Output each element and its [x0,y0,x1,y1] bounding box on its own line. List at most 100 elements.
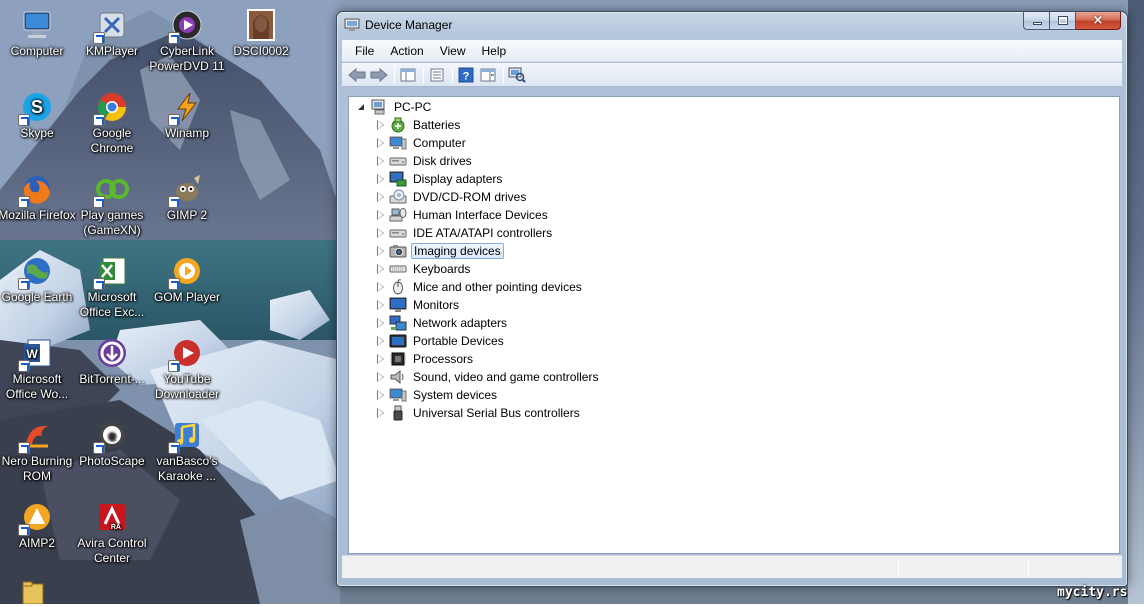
desktop-icon-kmplayer[interactable]: KMPlayer [73,8,151,59]
tree-item-processors[interactable]: Processors [376,350,475,368]
svg-text:S: S [31,97,43,117]
desktop-icon-winamp[interactable]: Winamp [148,90,226,141]
expand-arrow-icon[interactable] [376,120,386,130]
title-bar[interactable]: Device Manager × [337,12,1127,38]
desktop-icon-skype[interactable]: S Skype [0,90,76,141]
tree-item-sound-video-game-controllers[interactable]: Sound, video and game controllers [376,368,600,386]
expand-arrow-icon[interactable] [376,408,386,418]
tree-item-label: Processors [413,352,474,366]
desktop-icon-photoscape[interactable]: e PhotoScape [73,418,151,469]
expand-arrow-icon[interactable] [376,264,386,274]
expand-arrow-icon[interactable] [376,282,386,292]
ide-controller-icon [389,225,407,241]
desktop-icon-computer[interactable]: Computer [0,8,76,59]
expand-arrow-icon[interactable] [376,318,386,328]
desktop-icon-firefox[interactable]: Mozilla Firefox [0,172,76,223]
desktop-icon-nero[interactable]: Nero Burning ROM [0,418,76,484]
device-tree-pane[interactable]: PC-PC Batteries Computer Disk drives Dis… [348,96,1120,554]
desktop-icon-gamexn[interactable]: Play games (GameXN) [73,172,151,238]
desktop-icon-vanbasco[interactable]: vanBasco's Karaoke ... [148,418,226,484]
expand-arrow-icon[interactable] [376,246,386,256]
shortcut-arrow-icon [93,278,105,290]
show-hide-console-tree-button[interactable] [398,65,418,85]
desktop-icon-youtube-downloader[interactable]: YouTube Downloader [148,336,226,402]
device-manager-window[interactable]: Device Manager × File Action View Help ? [336,11,1128,587]
desktop-icon-label: GIMP 2 [166,208,208,222]
expand-arrow-icon[interactable] [376,390,386,400]
desktop-icon-dsci0002[interactable]: DSCI0002 [222,8,300,59]
tree-item-usb-controllers[interactable]: Universal Serial Bus controllers [376,404,582,422]
expand-arrow-icon[interactable] [376,192,386,202]
help-icon: ? [458,67,474,82]
tree-item-disk-drives[interactable]: Disk drives [376,152,474,170]
expand-arrow-icon[interactable] [376,174,386,184]
tree-item-monitors[interactable]: Monitors [376,296,461,314]
back-button[interactable] [347,65,367,85]
tree-item-system-devices[interactable]: System devices [376,386,499,404]
shortcut-arrow-icon [168,32,180,44]
desktop-icon-powerdvd[interactable]: CyberLink PowerDVD 11 [148,8,226,74]
tree-item-network-adapters[interactable]: Network adapters [376,314,509,332]
expand-arrow-icon[interactable] [376,156,386,166]
tree-item-human-interface-devices[interactable]: Human Interface Devices [376,206,550,224]
tree-item-batteries[interactable]: Batteries [376,116,462,134]
desktop-icon-avira[interactable]: RA Avira Control Center [73,500,151,566]
status-bar [342,555,1122,578]
tree-item-imaging-devices[interactable]: Imaging devices [376,242,504,260]
desktop-icon-word[interactable]: W Microsoft Office Wo... [0,336,76,402]
minimize-button[interactable] [1023,12,1050,30]
expand-arrow-icon[interactable] [376,300,386,310]
photoscape-icon: e [93,418,129,454]
desktop-icon-label: BitTorrent-... [79,372,145,386]
desktop-icon-label: GOM Player [153,290,220,304]
status-separator [1028,559,1029,576]
menu-file[interactable]: File [347,41,382,61]
shortcut-arrow-icon [18,196,30,208]
menu-help[interactable]: Help [474,41,515,61]
skype-icon: S [18,90,54,126]
tree-item-display-adapters[interactable]: Display adapters [376,170,504,188]
expand-arrow-icon[interactable] [376,138,386,148]
action-pane-icon [480,68,496,81]
expand-arrow-icon[interactable] [376,336,386,346]
desktop-icon-gimp[interactable]: GIMP 2 [148,172,226,223]
forward-button[interactable] [369,65,389,85]
tree-item-dvd-cdrom-drives[interactable]: DVD/CD-ROM drives [376,188,528,206]
tree-item-keyboards[interactable]: Keyboards [376,260,472,278]
tree-root[interactable]: PC-PC [357,98,433,116]
tree-item-label: Monitors [413,298,460,312]
expand-arrow-icon[interactable] [376,228,386,238]
close-button[interactable]: × [1076,12,1121,30]
desktop-icon-bittorrent[interactable]: BitTorrent-... [73,336,151,387]
tree-item-ide-ata-atapi-controllers[interactable]: IDE ATA/ATAPI controllers [376,224,554,242]
maximize-button[interactable] [1050,12,1076,30]
desktop-icon-partial-folder[interactable] [22,580,44,605]
expand-arrow-icon[interactable] [376,354,386,364]
tree-item-portable-devices[interactable]: Portable Devices [376,332,506,350]
desktop-icon-label: DSCI0002 [233,44,289,58]
expand-arrow-icon[interactable] [376,372,386,382]
desktop-icon-gom-player[interactable]: GOM Player [148,254,226,305]
desktop-icon-label: YouTube Downloader [154,372,220,401]
properties-button[interactable] [427,65,447,85]
scan-hardware-changes-button[interactable] [507,65,527,85]
expand-arrow-icon[interactable] [376,210,386,220]
desktop-icon-aimp[interactable]: AIMP2 [0,500,76,551]
show-hide-action-pane-button[interactable] [478,65,498,85]
menu-view[interactable]: View [432,41,474,61]
menu-action[interactable]: Action [382,41,431,61]
desktop-icon-label: Skype [20,126,54,140]
shortcut-arrow-icon [18,278,30,290]
help-button[interactable]: ? [456,65,476,85]
shortcut-arrow-icon [18,360,30,372]
forward-arrow-icon [370,67,388,82]
tree-item-label: Network adapters [413,316,508,330]
vanbasco-icon [168,418,204,454]
desktop-icon-google-earth[interactable]: Google Earth [0,254,76,305]
desktop-icon-label: PhotoScape [79,454,145,468]
collapse-arrow-icon[interactable] [357,102,367,112]
tree-item-mice-pointing-devices[interactable]: Mice and other pointing devices [376,278,584,296]
desktop-icon-excel[interactable]: Microsoft Office Exc... [73,254,151,320]
desktop-icon-chrome[interactable]: Google Chrome [73,90,151,156]
tree-item-computer[interactable]: Computer [376,134,468,152]
